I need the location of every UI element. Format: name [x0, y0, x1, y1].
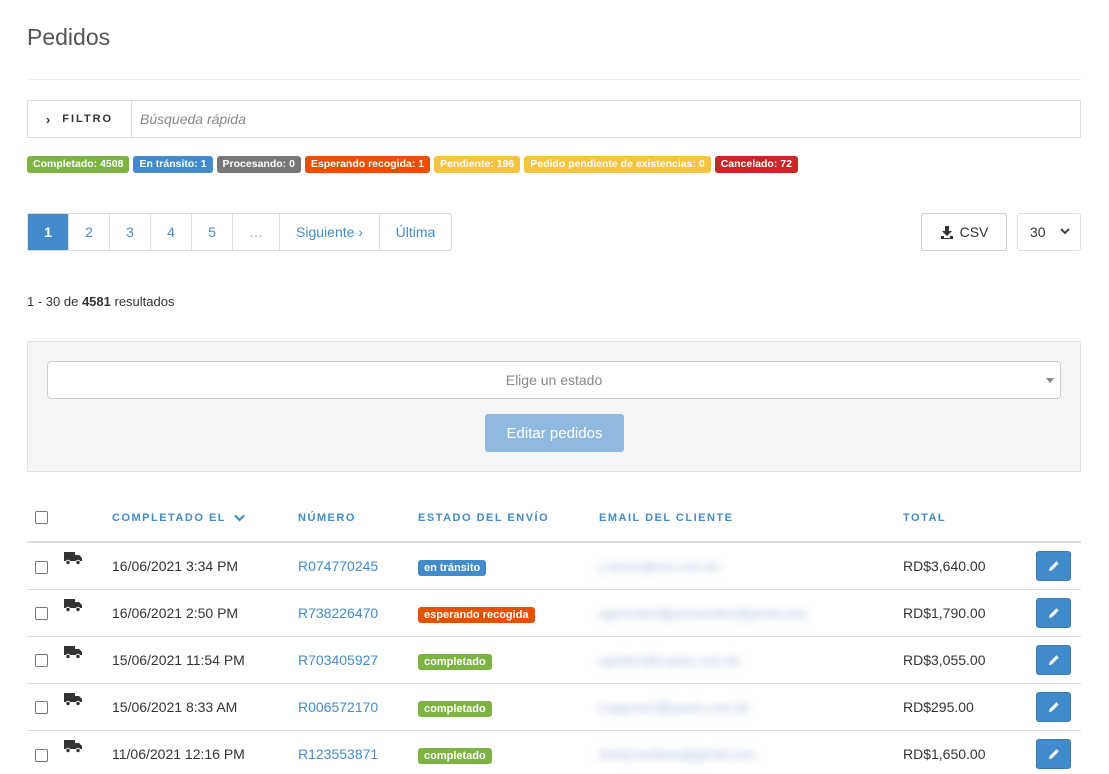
header-shipping-state[interactable]: ESTADO DEL ENVÍO — [418, 494, 599, 543]
csv-label: CSV — [959, 224, 989, 240]
order-total: RD$1,650.00 — [903, 745, 986, 762]
customer-email: agodino@copao.com.do — [599, 652, 741, 668]
table-row: 15/06/2021 11:54 PM R703405927 completad… — [27, 636, 1081, 684]
last-page-link[interactable]: Última — [380, 214, 451, 250]
table-row: 16/06/2021 2:50 PM R738226470 esperando … — [27, 589, 1081, 637]
order-total: RD$3,640.00 — [903, 542, 1026, 590]
order-number-link[interactable]: R123553871 — [298, 746, 378, 762]
order-date: 16/06/2021 3:34 PM — [112, 542, 298, 590]
row-checkbox[interactable] — [35, 701, 48, 715]
table-row: 15/06/2021 8:33 AM R006572170 completado… — [27, 683, 1081, 731]
pagination: 1 2 3 4 5 … Siguiente › Última — [27, 213, 452, 251]
page-5-link[interactable]: 5 — [192, 214, 233, 250]
edit-order-button[interactable] — [1036, 691, 1071, 722]
edit-orders-button[interactable]: Editar pedidos — [485, 414, 624, 452]
badge-pendiente-existencias[interactable]: Pedido pendiente de existencias: 0 — [524, 156, 711, 173]
pencil-icon — [1048, 607, 1059, 618]
truck-icon — [64, 551, 82, 565]
orders-table: COMPLETADO EL NÚMERO ESTADO DEL ENVÍO EM… — [27, 494, 1081, 774]
shipping-status-badge: esperando recogida — [418, 606, 535, 623]
header-number[interactable]: NÚMERO — [298, 494, 418, 543]
customer-email: magomez@jusoto.com.do — [599, 699, 751, 715]
download-icon — [940, 226, 953, 239]
badge-en-transito[interactable]: En tránsito: 1 — [133, 156, 213, 173]
filter-button-label: FILTRO — [62, 113, 114, 125]
page-3-link[interactable]: 3 — [110, 214, 151, 250]
order-total: RD$295.00 — [903, 683, 1026, 731]
header-completed[interactable]: COMPLETADO EL — [112, 494, 298, 543]
results-suffix: resultados — [114, 294, 175, 309]
order-number-link[interactable]: R006572170 — [298, 699, 378, 715]
table-row: 11/06/2021 12:16 PM R123553871 completad… — [27, 730, 1081, 774]
chevron-right-icon: › — [45, 111, 53, 127]
select-all-checkbox[interactable] — [35, 511, 48, 524]
row-checkbox[interactable] — [35, 748, 48, 762]
next-page-link[interactable]: Siguiente › — [280, 214, 380, 250]
results-range: 1 - 30 de — [27, 294, 79, 309]
order-number-link[interactable]: R074770245 — [298, 558, 378, 574]
order-date: 15/06/2021 11:54 PM — [112, 636, 298, 684]
row-checkbox[interactable] — [35, 654, 48, 668]
per-page-select[interactable]: 30 — [1017, 213, 1081, 251]
table-header-row: COMPLETADO EL NÚMERO ESTADO DEL ENVÍO EM… — [27, 494, 1081, 543]
title-divider — [27, 79, 1081, 80]
page-title: Pedidos — [27, 24, 111, 50]
edit-order-button[interactable] — [1036, 597, 1071, 628]
chevron-down-icon — [1060, 228, 1070, 235]
state-select[interactable]: Elige un estado — [47, 361, 1061, 399]
order-number-link[interactable]: R703405927 — [298, 652, 378, 668]
row-checkbox[interactable] — [35, 560, 48, 574]
edit-order-button[interactable] — [1036, 738, 1071, 769]
header-completed-label: COMPLETADO EL — [112, 511, 226, 524]
customer-email: j.ramos@era.com.do — [599, 558, 720, 574]
results-summary: 1 - 30 de 4581 resultados — [27, 294, 174, 309]
badge-procesando[interactable]: Procesando: 0 — [216, 156, 301, 173]
page-ellipsis: … — [233, 214, 280, 250]
order-total: RD$1,790.00 — [903, 589, 1026, 637]
pencil-icon — [1048, 749, 1059, 759]
pencil-icon — [1048, 701, 1059, 712]
status-badges: Completado: 4508 En tránsito: 1 Procesan… — [27, 156, 798, 173]
customer-email: landyrosellona@gmail.com — [599, 746, 756, 762]
page-2-link[interactable]: 2 — [69, 214, 110, 250]
badge-esperando-recogida[interactable]: Esperando recogida: 1 — [304, 156, 431, 173]
header-email[interactable]: EMAIL DEL CLIENTE — [599, 494, 903, 543]
results-total: 4581 — [81, 294, 111, 309]
table-row: 16/06/2021 3:34 PM R074770245 en tránsit… — [27, 542, 1081, 590]
order-total: RD$3,055.00 — [903, 636, 1026, 684]
page-1-link[interactable]: 1 — [28, 214, 69, 250]
order-date: 15/06/2021 8:33 AM — [112, 683, 298, 731]
csv-export-button[interactable]: CSV — [921, 213, 1007, 251]
header-total[interactable]: TOTAL — [903, 494, 1026, 543]
truck-icon — [64, 739, 82, 753]
badge-pendiente[interactable]: Pendiente: 196 — [434, 156, 521, 173]
state-select-placeholder: Elige un estado — [505, 372, 603, 388]
truck-icon — [64, 598, 82, 612]
shipping-status-badge: en tránsito — [418, 559, 487, 576]
order-date: 11/06/2021 12:16 PM — [112, 745, 245, 762]
badge-completado[interactable]: Completado: 4508 — [27, 156, 130, 173]
caret-down-icon — [1046, 378, 1054, 383]
shipping-status-badge: completado — [418, 700, 492, 717]
per-page-value: 30 — [1030, 224, 1046, 240]
pencil-icon — [1048, 561, 1059, 571]
pencil-icon — [1048, 654, 1059, 665]
truck-icon — [64, 645, 82, 659]
quick-search-input[interactable] — [132, 101, 1080, 137]
badge-cancelado[interactable]: Cancelado: 72 — [714, 156, 798, 173]
page-4-link[interactable]: 4 — [151, 214, 192, 250]
shipping-status-badge: completado — [418, 653, 492, 670]
shipping-status-badge: completado — [418, 747, 492, 764]
sort-desc-icon — [234, 514, 246, 522]
order-number-link[interactable]: R738226470 — [298, 605, 378, 621]
customer-email: agonzalez@ponsandez@gmail.com — [599, 605, 808, 621]
filter-bar: › FILTRO — [27, 100, 1081, 138]
bulk-edit-panel: Elige un estado Editar pedidos — [27, 341, 1081, 472]
edit-order-button[interactable] — [1036, 644, 1071, 675]
filter-toggle-button[interactable]: › FILTRO — [28, 101, 132, 137]
edit-order-button[interactable] — [1036, 550, 1071, 581]
truck-icon — [64, 692, 82, 706]
row-checkbox[interactable] — [35, 607, 48, 621]
order-date: 16/06/2021 2:50 PM — [112, 589, 298, 637]
